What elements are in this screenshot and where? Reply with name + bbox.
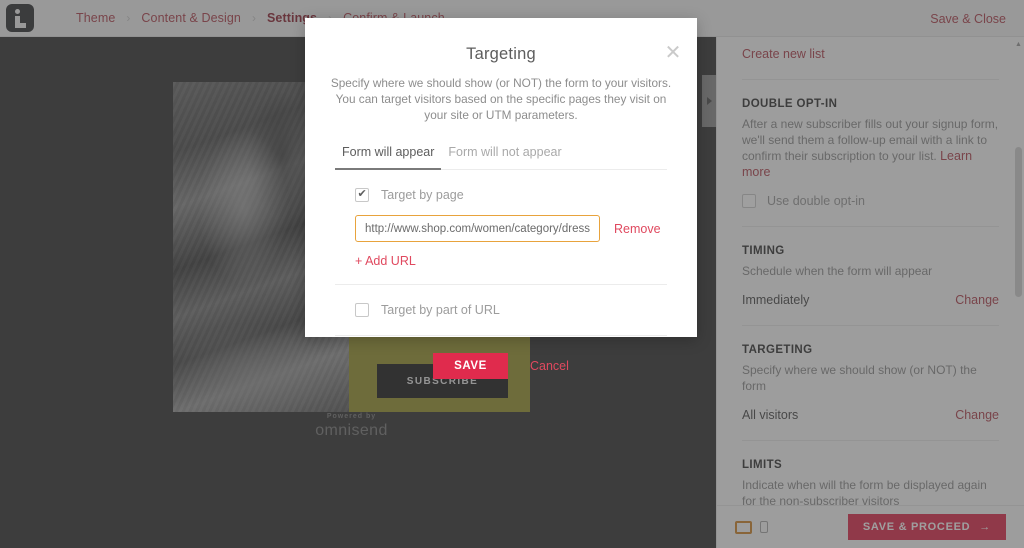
save-button[interactable]: SAVE [433,353,508,379]
target-by-page-checkbox[interactable] [355,187,369,202]
target-by-part-row[interactable]: Target by part of URL [335,285,667,335]
target-by-part-section: Target by part of URL [335,285,667,336]
target-by-page-section: Target by page Remove + Add URL [335,170,667,285]
target-by-part-label: Target by part of URL [381,303,500,317]
remove-url-link[interactable]: Remove [614,222,661,236]
add-url-link[interactable]: + Add URL [335,242,667,284]
target-by-part-checkbox[interactable] [355,303,369,317]
cancel-button[interactable]: Cancel [530,359,569,373]
modal-title: Targeting [466,45,536,63]
tab-form-will-not-appear[interactable]: Form will not appear [441,145,568,170]
modal-tabs: Form will appear Form will not appear [335,145,667,170]
app-root: Theme › Content & Design › Settings › Co… [0,0,1024,548]
target-url-input[interactable] [355,215,600,242]
close-icon[interactable]: ✕ [662,43,684,65]
tab-form-will-appear[interactable]: Form will appear [335,145,442,170]
modal-footer: SAVE Cancel [305,336,697,379]
target-url-row: Remove [335,202,667,242]
target-by-page-label: Target by page [381,188,464,202]
target-by-page-row[interactable]: Target by page [335,170,667,202]
modal-subtitle: Specify where we should show (or NOT) th… [330,76,672,122]
targeting-modal: ✕ Targeting Specify where we should show… [305,18,697,379]
